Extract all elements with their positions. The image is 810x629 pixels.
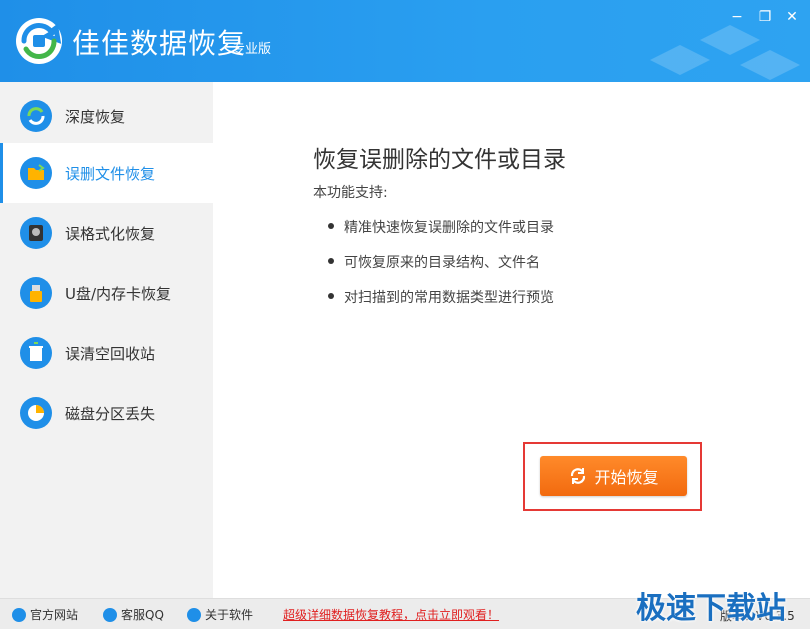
about-software-link[interactable]: 关于软件	[187, 606, 253, 623]
sidebar-item-usb-recover[interactable]: U盘/内存卡恢复	[0, 263, 213, 323]
feature-item: 对扫描到的常用数据类型进行预览	[328, 287, 554, 307]
sidebar-item-label: U盘/内存卡恢复	[65, 284, 172, 303]
feature-item: 精准快速恢复误删除的文件或目录	[328, 217, 554, 237]
close-button[interactable]: ✕	[781, 8, 803, 26]
sidebar-item-label: 深度恢复	[65, 107, 126, 126]
folder-icon	[20, 157, 52, 189]
app-edition: 专业版	[232, 42, 272, 57]
recycle-bin-icon	[20, 337, 52, 369]
sidebar-item-deleted-files[interactable]: 误删文件恢复	[0, 143, 213, 203]
sidebar-item-format-recover[interactable]: 误格式化恢复	[0, 203, 213, 263]
sidebar-item-label: 误清空回收站	[65, 344, 156, 363]
sidebar-item-label: 误删文件恢复	[65, 164, 156, 183]
bullet-icon	[328, 293, 334, 299]
sidebar-item-partition-lost[interactable]: 磁盘分区丢失	[0, 383, 213, 443]
refresh-icon	[571, 468, 586, 484]
sidebar: 深度恢复 误删文件恢复 误格式化恢复 U盘/内存卡恢复 误清空回收站 磁盘分区丢…	[0, 82, 213, 598]
sidebar-item-deep-recover[interactable]: 深度恢复	[0, 86, 213, 146]
title-bar: 佳佳数据恢复 专业版 − ❐ ✕	[0, 0, 810, 82]
partition-icon	[20, 397, 52, 429]
home-icon	[12, 607, 26, 622]
minimize-button[interactable]: −	[726, 8, 748, 26]
main-panel: 恢复误删除的文件或目录 本功能支持: 精准快速恢复误删除的文件或目录 可恢复原来…	[213, 82, 810, 598]
sidebar-item-recycle-bin[interactable]: 误清空回收站	[0, 323, 213, 383]
info-icon	[187, 607, 201, 622]
feature-item: 可恢复原来的目录结构、文件名	[328, 252, 540, 272]
app-title: 佳佳数据恢复	[72, 27, 247, 60]
deep-recover-icon	[20, 100, 52, 132]
sidebar-item-label: 误格式化恢复	[65, 224, 156, 243]
tutorial-promo-link[interactable]: 超级详细数据恢复教程，点击立即观看！	[283, 606, 499, 623]
support-qq-link[interactable]: 客服QQ	[103, 606, 164, 623]
usb-icon	[20, 277, 52, 309]
qq-icon	[103, 607, 117, 622]
sidebar-item-label: 磁盘分区丢失	[65, 404, 156, 423]
start-button-label: 开始恢复	[594, 468, 659, 487]
feature-intro: 本功能支持:	[313, 185, 388, 201]
restore-button[interactable]: ❐	[754, 8, 776, 26]
app-logo-icon	[16, 18, 62, 64]
bullet-icon	[328, 223, 334, 229]
watermark: 极速下载站	[636, 591, 786, 626]
start-recover-button[interactable]: 开始恢复	[540, 456, 687, 496]
disk-icon	[20, 217, 52, 249]
official-website-link[interactable]: 官方网站	[12, 606, 78, 623]
page-title: 恢复误删除的文件或目录	[313, 147, 566, 173]
decorative-cubes	[650, 25, 800, 80]
bullet-icon	[328, 258, 334, 264]
